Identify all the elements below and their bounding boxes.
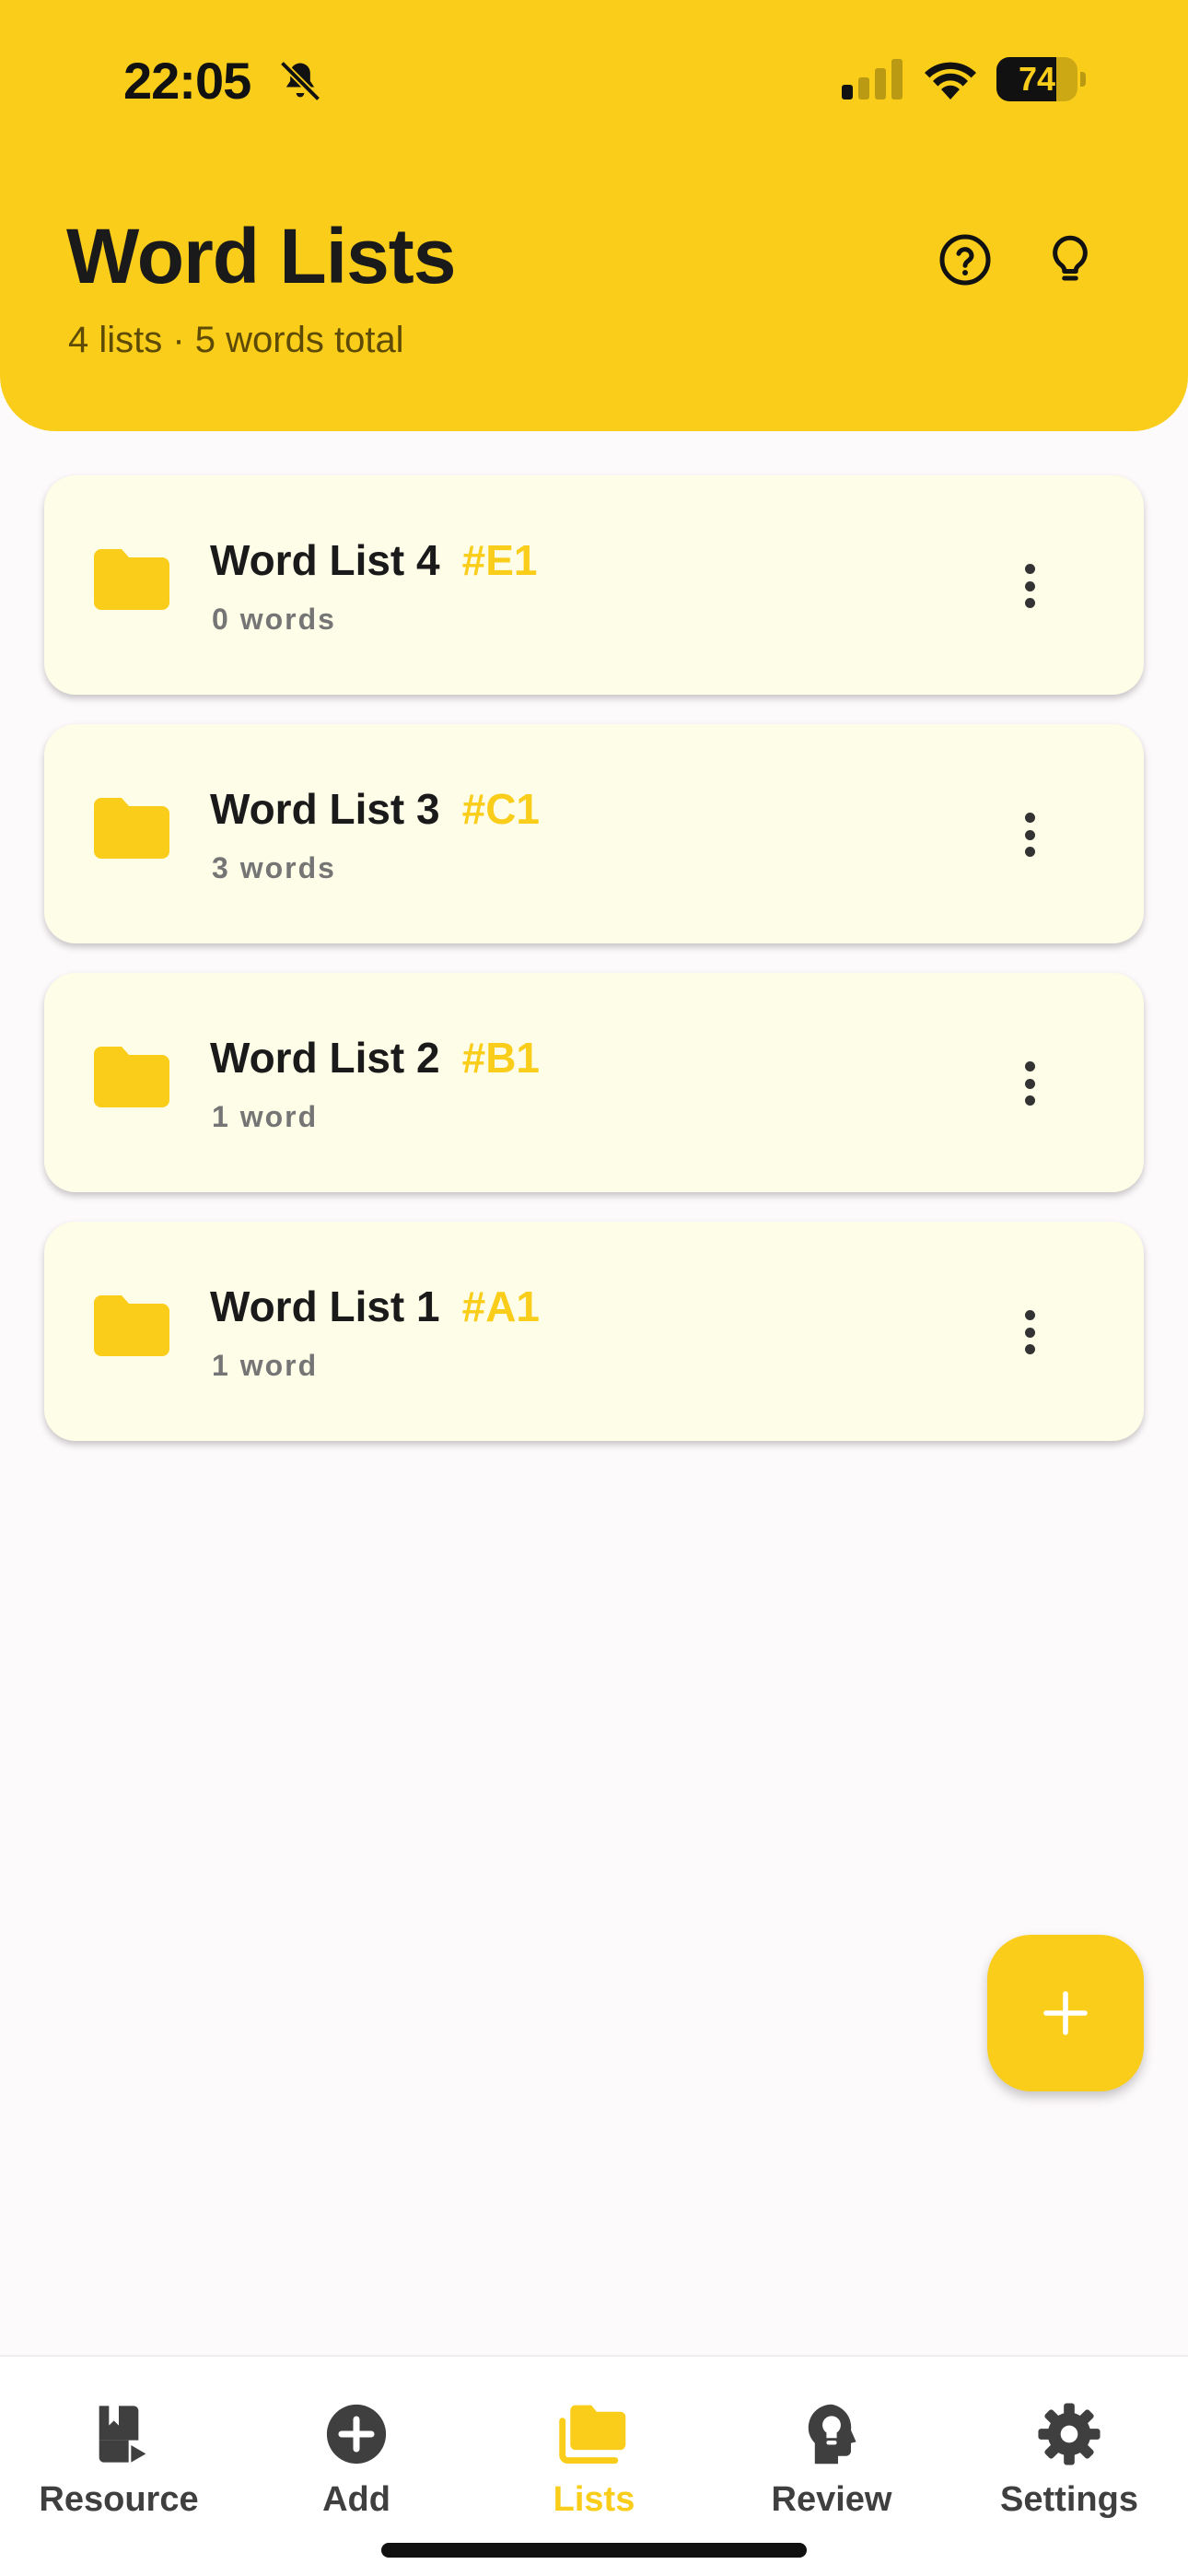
more-vert-icon[interactable] <box>1015 1056 1044 1111</box>
bell-off-icon <box>279 60 321 102</box>
help-circle-icon <box>939 234 991 286</box>
folder-icon <box>94 1295 169 1356</box>
nav-item-review[interactable]: Review <box>713 2357 950 2541</box>
list-tag: #A1 <box>461 1282 540 1330</box>
nav-item-add[interactable]: Add <box>238 2357 475 2541</box>
page-subtitle: 4 lists · 5 words total <box>68 320 404 360</box>
list-name: Word List 3 <box>210 785 440 833</box>
folder-icon <box>94 1047 169 1107</box>
word-list-card[interactable]: Word List 2 #B1 1 word <box>44 973 1144 1192</box>
resource-icon <box>99 2406 146 2463</box>
nav-label: Add <box>322 2480 390 2519</box>
nav-label: Lists <box>553 2480 635 2519</box>
add-list-button[interactable] <box>987 1935 1144 2091</box>
tips-button[interactable] <box>1035 225 1105 295</box>
plus-icon <box>1043 1991 1088 2035</box>
folders-icon <box>559 2405 626 2464</box>
gear-icon <box>1038 2403 1101 2465</box>
page-title: Word Lists <box>66 213 456 299</box>
nav-label: Review <box>771 2480 892 2519</box>
list-tag: #E1 <box>461 536 538 584</box>
list-tag: #B1 <box>461 1034 540 1082</box>
list-name: Word List 4 <box>210 536 440 584</box>
list-name: Word List 2 <box>210 1034 440 1082</box>
list-word-count: 0 words <box>212 603 336 636</box>
folder-icon <box>94 549 169 610</box>
nav-label: Settings <box>1000 2480 1138 2519</box>
app-header: 22:05 74 Word Lists 4 lists · 5 words to… <box>0 0 1188 431</box>
nav-item-resource[interactable]: Resource <box>0 2357 238 2541</box>
battery-percent: 74 <box>1018 60 1056 98</box>
cellular-signal-icon <box>842 59 903 100</box>
wifi-icon <box>925 62 976 100</box>
folder-icon <box>94 798 169 859</box>
add-circle-icon <box>326 2404 387 2465</box>
list-name: Word List 1 <box>210 1282 440 1330</box>
list-word-count: 3 words <box>212 851 336 884</box>
word-list-card[interactable]: Word List 4 #E1 0 words <box>44 475 1144 695</box>
list-tag: #C1 <box>461 785 540 833</box>
status-time: 22:05 <box>123 52 251 110</box>
list-title: Word List 4 #E1 <box>210 534 537 586</box>
brain-icon <box>808 2404 856 2465</box>
more-vert-icon[interactable] <box>1015 807 1044 862</box>
more-vert-icon[interactable] <box>1015 558 1044 614</box>
nav-item-settings[interactable]: Settings <box>950 2357 1188 2541</box>
list-title: Word List 1 #A1 <box>210 1281 540 1332</box>
word-list-card[interactable]: Word List 3 #C1 3 words <box>44 724 1144 943</box>
nav-label: Resource <box>39 2480 199 2519</box>
list-word-count: 1 word <box>212 1100 319 1133</box>
help-button[interactable] <box>930 225 1000 295</box>
list-word-count: 1 word <box>212 1349 319 1382</box>
list-title: Word List 2 #B1 <box>210 1032 540 1083</box>
lightbulb-icon <box>1053 235 1088 281</box>
word-list-card[interactable]: Word List 1 #A1 1 word <box>44 1222 1144 1441</box>
more-vert-icon[interactable] <box>1015 1305 1044 1360</box>
list-title: Word List 3 #C1 <box>210 783 540 835</box>
battery-indicator: 74 <box>996 57 1086 101</box>
home-indicator <box>381 2543 807 2558</box>
nav-item-lists[interactable]: Lists <box>475 2357 713 2541</box>
